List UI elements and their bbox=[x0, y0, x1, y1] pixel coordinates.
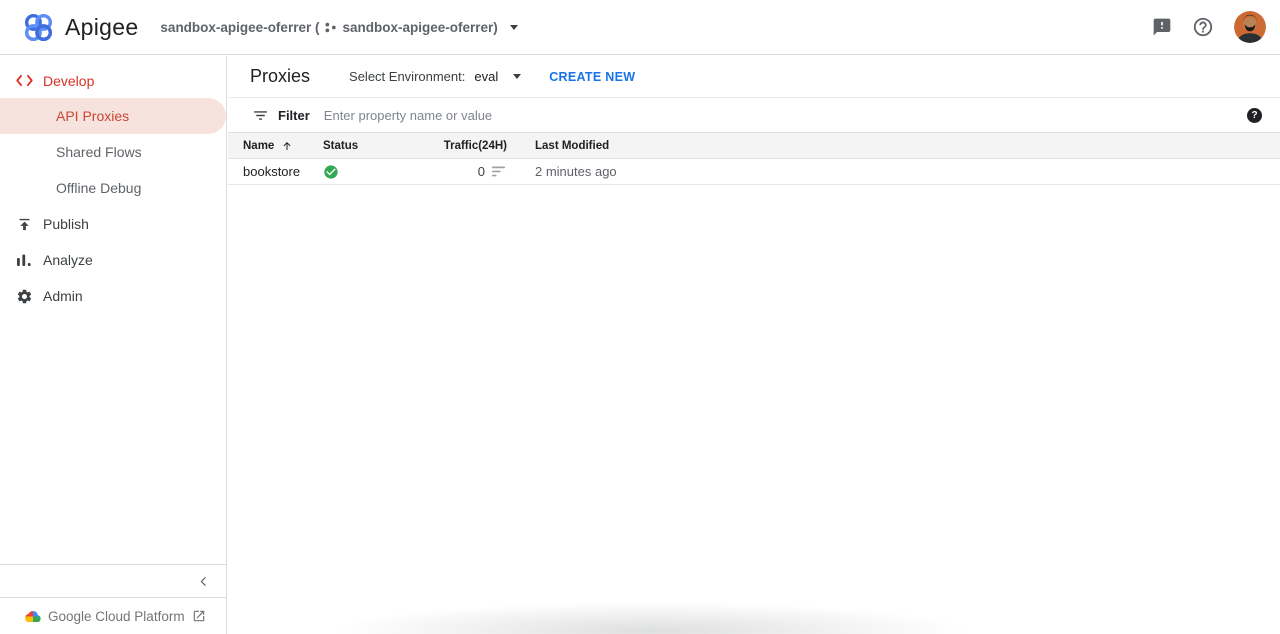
sidebar: Develop API Proxies Shared Flows Offline… bbox=[0, 56, 227, 634]
analyze-bar-chart-icon bbox=[16, 252, 36, 268]
sidebar-item-publish[interactable]: Publish bbox=[0, 206, 226, 242]
sidebar-item-label: API Proxies bbox=[56, 108, 130, 124]
traffic-value: 0 bbox=[477, 164, 485, 179]
sidebar-nav: Develop API Proxies Shared Flows Offline… bbox=[0, 56, 226, 314]
filter-input[interactable] bbox=[323, 107, 1247, 123]
traffic-lines-icon bbox=[492, 165, 507, 178]
environment-select[interactable]: eval bbox=[474, 69, 522, 84]
sidebar-item-develop[interactable]: Develop bbox=[0, 63, 226, 98]
create-new-button[interactable]: CREATE NEW bbox=[549, 70, 635, 84]
apigee-home-link[interactable]: Apigee bbox=[22, 11, 138, 44]
column-header-name[interactable]: Name bbox=[243, 140, 323, 152]
main-content: Proxies Select Environment: eval CREATE … bbox=[228, 56, 1280, 634]
chevron-down-icon bbox=[513, 74, 522, 79]
column-label: Name bbox=[243, 139, 275, 152]
proxy-status-cell bbox=[323, 164, 435, 180]
proxy-name-cell[interactable]: bookstore bbox=[243, 164, 323, 179]
sidebar-item-api-proxies[interactable]: API Proxies bbox=[0, 98, 226, 134]
sidebar-item-label: Offline Debug bbox=[56, 180, 142, 196]
sidebar-item-admin[interactable]: Admin bbox=[0, 278, 226, 314]
google-cloud-platform-link[interactable]: Google Cloud Platform bbox=[0, 597, 226, 634]
org-selector-prefix: sandbox-apigee-oferrer ( bbox=[160, 19, 320, 35]
proxy-name: bookstore bbox=[243, 164, 301, 179]
column-header-last-modified[interactable]: Last Modified bbox=[535, 140, 1280, 152]
sort-up-icon bbox=[281, 140, 293, 152]
filter-bar: Filter ? bbox=[228, 98, 1280, 133]
column-header-status[interactable]: Status bbox=[323, 140, 435, 152]
column-label: Last Modified bbox=[535, 139, 610, 152]
page-title: Proxies bbox=[250, 66, 311, 86]
topbar-actions bbox=[1152, 11, 1266, 43]
chevron-down-icon bbox=[509, 24, 518, 30]
gcp-link-label: Google Cloud Platform bbox=[48, 608, 185, 624]
help-icon[interactable] bbox=[1192, 16, 1214, 38]
column-label: Status bbox=[323, 139, 359, 152]
sidebar-item-shared-flows[interactable]: Shared Flows bbox=[0, 134, 226, 170]
proxy-last-modified-cell: 2 minutes ago bbox=[535, 164, 617, 179]
sidebar-item-label: Develop bbox=[43, 72, 95, 89]
sidebar-item-offline-debug[interactable]: Offline Debug bbox=[0, 170, 226, 206]
check-circle-icon bbox=[323, 164, 339, 180]
code-icon bbox=[16, 74, 36, 87]
sidebar-collapse-button[interactable] bbox=[0, 564, 226, 597]
top-bar: Apigee sandbox-apigee-oferrer ( sandbox-… bbox=[0, 0, 1280, 55]
column-label: Traffic(24H) bbox=[443, 139, 507, 152]
sidebar-item-analyze[interactable]: Analyze bbox=[0, 242, 226, 278]
proxies-title-bar: Proxies Select Environment: eval CREATE … bbox=[228, 56, 1280, 98]
gear-icon bbox=[16, 288, 36, 305]
org-selector-suffix: sandbox-apigee-oferrer) bbox=[342, 19, 498, 35]
filter-icon bbox=[252, 107, 269, 124]
proxy-traffic-cell: 0 bbox=[435, 164, 507, 179]
external-link-icon bbox=[192, 609, 206, 623]
publish-icon bbox=[16, 216, 36, 233]
environment-value: eval bbox=[474, 69, 499, 84]
sidebar-item-label: Shared Flows bbox=[56, 144, 142, 160]
table-header-row: Name Status Traffic(24H) Last Modified bbox=[228, 133, 1280, 159]
proxy-table-row[interactable]: bookstore 0 2 minutes ago bbox=[228, 159, 1280, 185]
org-selector[interactable]: sandbox-apigee-oferrer ( sandbox-apigee-… bbox=[160, 19, 518, 35]
sidebar-item-label: Analyze bbox=[43, 252, 93, 268]
sidebar-footer: Google Cloud Platform bbox=[0, 564, 226, 634]
help-filled-icon[interactable]: ? bbox=[1247, 107, 1262, 123]
apigee-logo-icon bbox=[22, 11, 55, 44]
column-header-traffic[interactable]: Traffic(24H) bbox=[435, 140, 507, 152]
sidebar-item-label: Publish bbox=[43, 216, 89, 232]
app-name: Apigee bbox=[65, 13, 139, 40]
filter-label: Filter bbox=[278, 107, 310, 123]
feedback-icon[interactable] bbox=[1152, 17, 1172, 37]
sidebar-item-label: Admin bbox=[43, 288, 83, 304]
environment-label: Select Environment: bbox=[349, 69, 466, 84]
gcp-cloud-icon bbox=[25, 610, 41, 623]
chevron-left-icon bbox=[197, 575, 210, 588]
user-avatar[interactable] bbox=[1234, 11, 1266, 43]
org-icon bbox=[324, 21, 337, 34]
